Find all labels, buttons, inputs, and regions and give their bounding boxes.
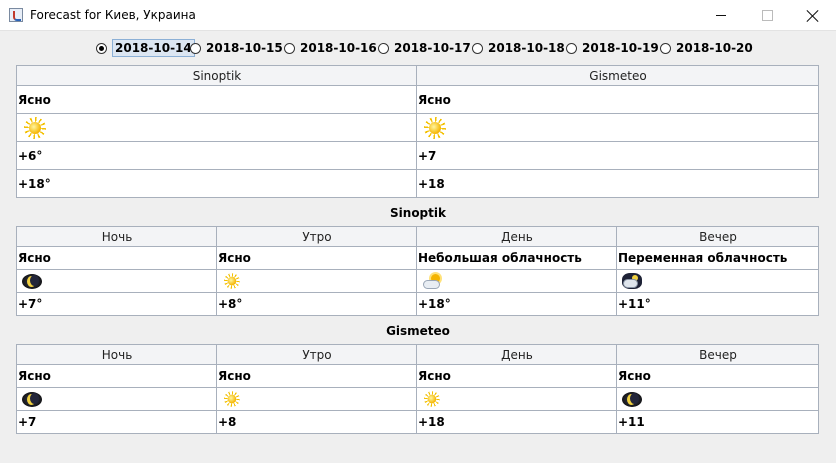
summary-table: Sinoptik Gismeteo Ясно Ясно +6° +7 +18° … xyxy=(16,65,819,198)
icon-cell xyxy=(416,387,617,411)
temp-cell: +8 xyxy=(216,410,417,434)
date-label: 2018-10-16 xyxy=(300,41,377,55)
condition-cell: Небольшая облачность xyxy=(416,246,617,270)
title-bar: Forecast for Киев, Украина xyxy=(0,0,836,31)
window-title: Forecast for Киев, Украина xyxy=(30,8,196,22)
condition-cell: Переменная облачность xyxy=(616,246,819,270)
icon-cell xyxy=(16,269,217,293)
date-radio-2018-10-19[interactable]: 2018-10-19 xyxy=(566,38,659,58)
temp-cell: +11 xyxy=(616,410,819,434)
radio-icon[interactable] xyxy=(378,42,389,54)
section-title-sinoptik: Sinoptik xyxy=(390,206,446,220)
column-header-morning: Утро xyxy=(216,226,417,247)
condition-cell: Ясно xyxy=(616,364,819,388)
date-radio-2018-10-16[interactable]: 2018-10-16 xyxy=(284,38,377,58)
close-button[interactable] xyxy=(790,0,836,31)
summary-low-gismeteo: +7 xyxy=(416,141,819,170)
temp-cell: +18 xyxy=(416,410,617,434)
column-header-day: День xyxy=(416,344,617,365)
summary-low-sinoptik: +6° xyxy=(16,141,417,170)
date-label: 2018-10-20 xyxy=(676,41,753,55)
summary-high-gismeteo: +18 xyxy=(416,169,819,198)
radio-icon[interactable] xyxy=(190,42,201,54)
minimize-button[interactable] xyxy=(698,0,744,31)
radio-icon[interactable] xyxy=(566,42,577,54)
icon-cell xyxy=(616,387,819,411)
temp-cell: +7° xyxy=(16,292,217,316)
condition-cell: Ясно xyxy=(16,364,217,388)
summary-icon-cell xyxy=(416,113,819,142)
sun-icon xyxy=(424,391,440,407)
minimize-icon xyxy=(716,15,726,16)
sun-icon xyxy=(424,116,446,139)
date-radio-2018-10-17[interactable]: 2018-10-17 xyxy=(378,38,471,58)
radio-icon[interactable] xyxy=(96,42,107,54)
column-header-gismeteo: Gismeteo xyxy=(416,65,819,86)
date-selector: 2018-10-14 2018-10-15 2018-10-16 2018-10… xyxy=(0,38,836,58)
gismeteo-periods-table: Ночь Утро День Вечер Ясно Ясно Ясно Ясно… xyxy=(16,344,819,434)
summary-condition-gismeteo: Ясно xyxy=(416,85,819,114)
date-label: 2018-10-18 xyxy=(488,41,565,55)
radio-icon[interactable] xyxy=(284,42,295,54)
java-app-icon xyxy=(9,8,23,22)
temp-cell: +11° xyxy=(616,292,819,316)
column-header-morning: Утро xyxy=(216,344,417,365)
sun-icon xyxy=(224,391,240,407)
maximize-icon xyxy=(761,10,773,21)
column-header-night: Ночь xyxy=(16,344,217,365)
date-label: 2018-10-14 xyxy=(112,39,195,57)
condition-cell: Ясно xyxy=(216,246,417,270)
icon-cell xyxy=(16,387,217,411)
moon-icon xyxy=(22,273,42,289)
condition-cell: Ясно xyxy=(216,364,417,388)
night-cloudy-icon xyxy=(622,273,642,289)
close-icon xyxy=(807,10,819,22)
partly-cloudy-icon xyxy=(422,273,444,289)
temp-cell: +8° xyxy=(216,292,417,316)
date-radio-2018-10-14[interactable]: 2018-10-14 xyxy=(96,38,195,58)
icon-cell xyxy=(616,269,819,293)
condition-cell: Ясно xyxy=(16,246,217,270)
sinoptik-periods-table: Ночь Утро День Вечер Ясно Ясно Небольшая… xyxy=(16,226,819,316)
temp-cell: +7 xyxy=(16,410,217,434)
date-label: 2018-10-15 xyxy=(206,41,283,55)
maximize-button[interactable] xyxy=(744,0,790,31)
column-header-night: Ночь xyxy=(16,226,217,247)
date-radio-2018-10-20[interactable]: 2018-10-20 xyxy=(660,38,753,58)
sun-icon xyxy=(24,116,46,139)
summary-condition-sinoptik: Ясно xyxy=(16,85,417,114)
date-radio-2018-10-18[interactable]: 2018-10-18 xyxy=(472,38,565,58)
section-title-gismeteo: Gismeteo xyxy=(386,324,450,338)
icon-cell xyxy=(416,269,617,293)
date-radio-2018-10-15[interactable]: 2018-10-15 xyxy=(190,38,283,58)
moon-icon xyxy=(622,391,642,407)
summary-high-sinoptik: +18° xyxy=(16,169,417,198)
condition-cell: Ясно xyxy=(416,364,617,388)
column-header-sinoptik: Sinoptik xyxy=(16,65,417,86)
column-header-evening: Вечер xyxy=(616,226,819,247)
icon-cell xyxy=(216,387,417,411)
radio-icon[interactable] xyxy=(472,42,483,54)
radio-icon[interactable] xyxy=(660,42,671,54)
icon-cell xyxy=(216,269,417,293)
temp-cell: +18° xyxy=(416,292,617,316)
sun-icon xyxy=(224,273,240,289)
column-header-evening: Вечер xyxy=(616,344,819,365)
moon-icon xyxy=(22,391,42,407)
date-label: 2018-10-19 xyxy=(582,41,659,55)
date-label: 2018-10-17 xyxy=(394,41,471,55)
summary-icon-cell xyxy=(16,113,417,142)
column-header-day: День xyxy=(416,226,617,247)
